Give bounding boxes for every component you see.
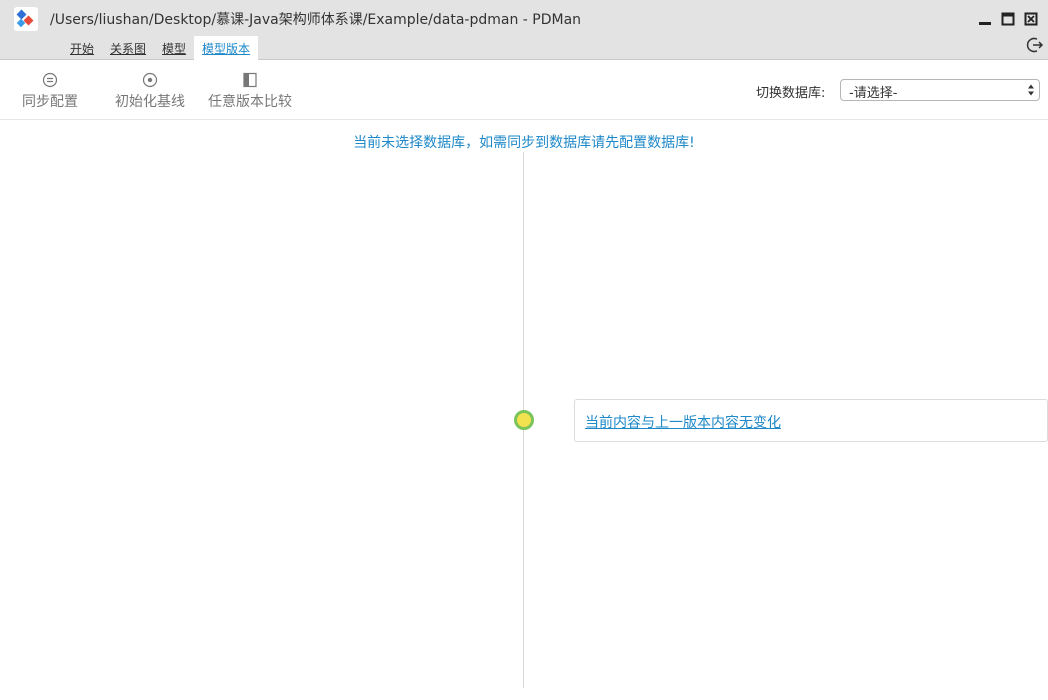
db-select[interactable]: -请选择- — [840, 79, 1040, 101]
toolbar: 同步配置 初始化基线 任意版本比较 切换数据库: -请选择- — [0, 60, 1048, 120]
maximize-button[interactable] — [1000, 11, 1015, 26]
maximize-icon — [1001, 12, 1014, 25]
version-change-link[interactable]: 当前内容与上一版本内容无变化 — [585, 412, 781, 432]
sync-config-button[interactable]: 同步配置 — [22, 72, 78, 111]
app-window: /Users/liushan/Desktop/慕课-Java架构师体系课/Exa… — [0, 0, 1048, 700]
minimize-icon — [978, 21, 991, 25]
db-switch-label: 切换数据库: — [756, 86, 826, 101]
sync-config-icon — [42, 72, 58, 88]
close-icon — [1024, 12, 1037, 25]
minimize-button[interactable] — [977, 11, 992, 26]
close-button[interactable] — [1023, 11, 1038, 26]
window-controls — [977, 11, 1038, 26]
compare-versions-label: 任意版本比较 — [208, 94, 292, 110]
version-card: 当前内容与上一版本内容无变化 — [574, 399, 1048, 442]
menu-bar: 开始 关系图 模型 模型版本 — [62, 36, 259, 60]
init-baseline-button[interactable]: 初始化基线 — [115, 72, 185, 111]
menu-relation-diagram[interactable]: 关系图 — [102, 36, 154, 60]
menu-model-version[interactable]: 模型版本 — [194, 36, 259, 60]
menu-model[interactable]: 模型 — [154, 36, 194, 60]
target-icon — [142, 72, 158, 88]
select-arrows-icon — [1028, 84, 1034, 96]
panel-compare-icon — [243, 72, 257, 88]
title-bar: /Users/liushan/Desktop/慕课-Java架构师体系课/Exa… — [0, 0, 1048, 60]
sync-config-label: 同步配置 — [22, 94, 78, 110]
db-notice: 当前未选择数据库，如需同步到数据库请先配置数据库! — [353, 135, 695, 151]
logout-icon[interactable] — [1026, 36, 1044, 54]
init-baseline-label: 初始化基线 — [115, 94, 185, 110]
window-title: /Users/liushan/Desktop/慕课-Java架构师体系课/Exa… — [50, 12, 582, 28]
db-select-value: -请选择- — [849, 86, 898, 101]
pdman-logo-icon — [14, 7, 38, 31]
timeline-node — [514, 410, 534, 430]
compare-versions-button[interactable]: 任意版本比较 — [208, 72, 292, 111]
menu-start[interactable]: 开始 — [62, 36, 102, 60]
